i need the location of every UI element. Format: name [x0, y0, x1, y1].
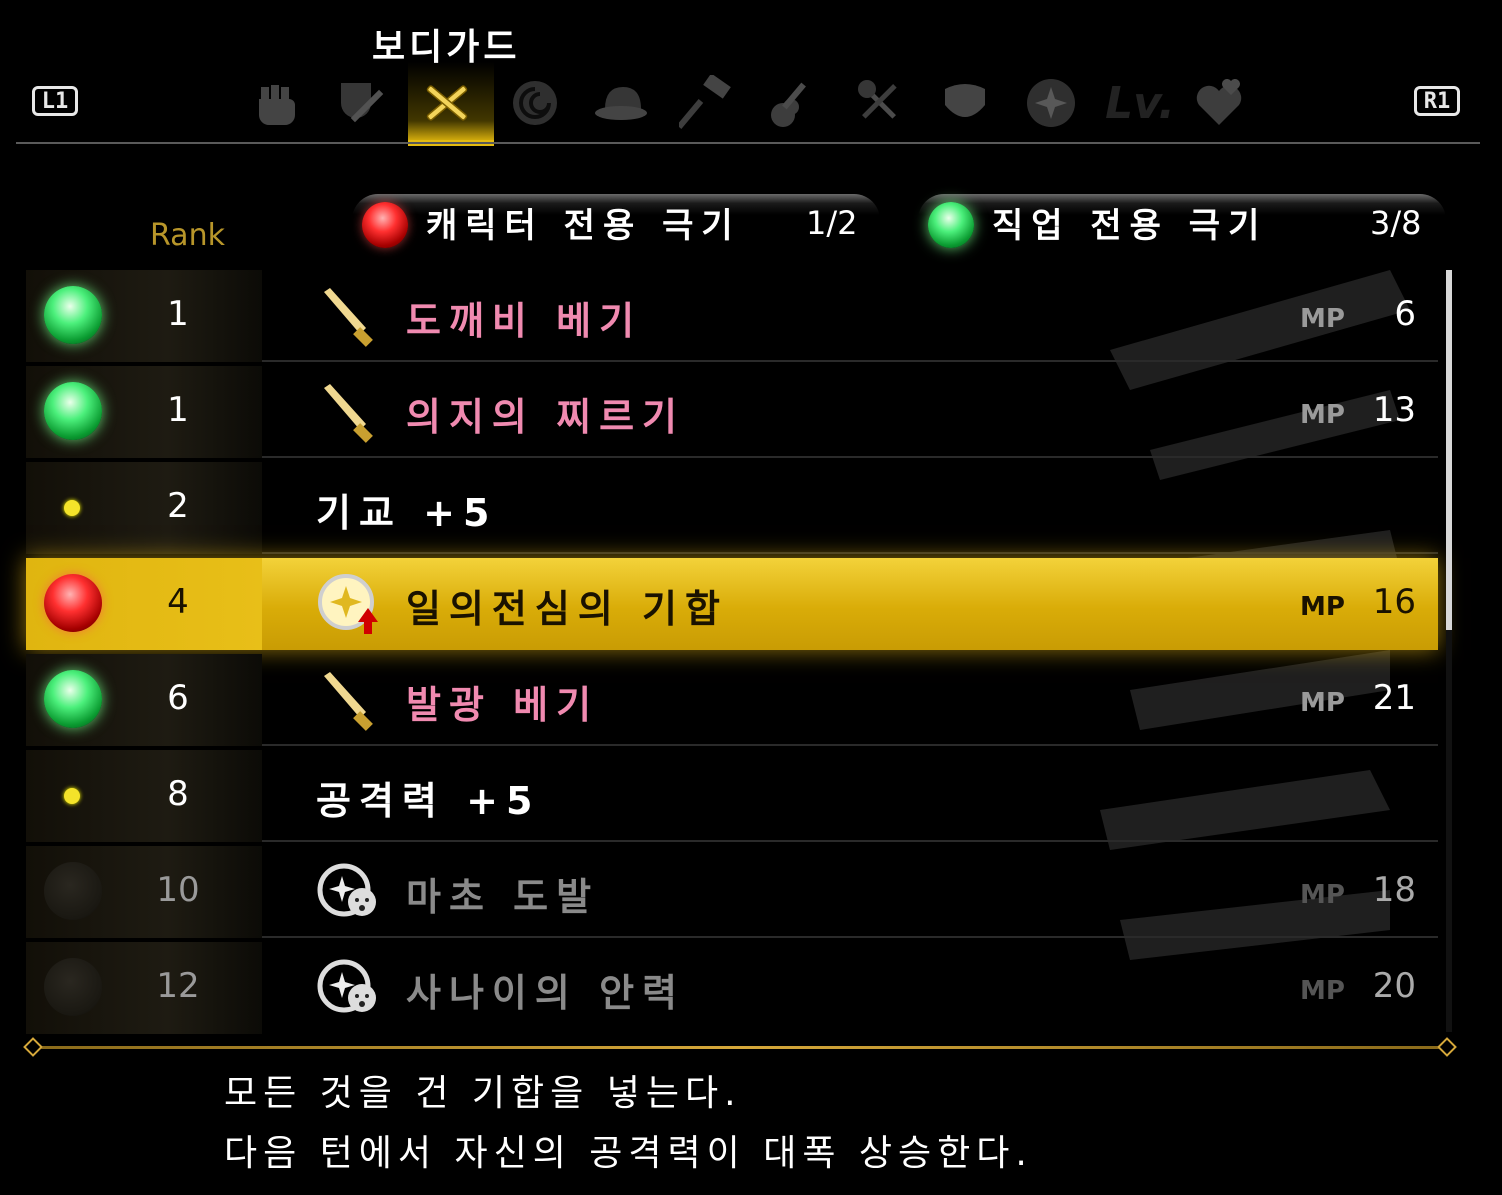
character-skills-label: 캐릭터 전용 극기 [426, 206, 741, 246]
tab-mask[interactable] [934, 72, 996, 134]
skill-row[interactable]: 8 공격력 +5 [26, 750, 1438, 842]
skill-name: 기교 +5 [316, 491, 498, 535]
skill-name: 사나이의 안력 [406, 971, 685, 1015]
mp-label: MP [1300, 304, 1345, 334]
tab-hat[interactable] [590, 72, 652, 134]
skill-rank: 6 [167, 678, 189, 718]
red-orb-icon [44, 574, 102, 632]
tab-hammer[interactable] [676, 72, 738, 134]
mp-label: MP [1300, 880, 1345, 910]
mask-icon [945, 84, 985, 117]
description-separator [30, 1046, 1450, 1049]
separator-diamond-right [1437, 1037, 1457, 1057]
skill-rank: 1 [167, 294, 189, 334]
skill-rank: 2 [167, 486, 189, 526]
empty-orb-icon [44, 958, 102, 1016]
skill-name: 일의전심의 기합 [406, 587, 728, 631]
l1-button[interactable]: L1 [32, 86, 78, 116]
tabs-divider [16, 142, 1480, 144]
job-skills-label: 직업 전용 극기 [992, 206, 1268, 246]
knife-icon [324, 288, 373, 347]
hammer-icon [679, 75, 731, 129]
mp-label: MP [1300, 976, 1345, 1006]
skill-rank: 1 [167, 390, 189, 430]
skill-name: 공격력 +5 [316, 779, 541, 823]
separator-diamond-left [23, 1037, 43, 1057]
mp-cost: 16 [1372, 582, 1416, 622]
skill-name: 도깨비 베기 [406, 299, 643, 343]
passive-dot-icon [64, 500, 80, 516]
skill-name: 발광 베기 [406, 683, 600, 727]
empty-orb-icon [44, 862, 102, 920]
level-icon: Lv. [1105, 77, 1175, 129]
tab-fist[interactable] [246, 72, 308, 134]
green-orb-icon [44, 382, 102, 440]
mp-cost: 20 [1372, 966, 1416, 1006]
scrollbar-thumb[interactable] [1446, 270, 1452, 630]
mp-label: MP [1300, 592, 1345, 622]
tab-spatula-fork[interactable] [848, 72, 910, 134]
passive-dot-icon [64, 788, 80, 804]
star-orb-icon [1027, 79, 1075, 127]
skill-row-locked[interactable]: 12 사나이의 안력 MP 20 [26, 942, 1438, 1034]
skill-row-locked[interactable]: 10 마초 도발 MP 18 [26, 846, 1438, 938]
spatula-fork-icon [858, 80, 897, 119]
hearts-icon [1196, 79, 1242, 125]
mp-cost: 13 [1372, 390, 1416, 430]
r1-button[interactable]: R1 [1414, 86, 1460, 116]
red-orb-icon [362, 202, 408, 248]
description-line-1: 모든 것을 건 기합을 넣는다. [224, 1073, 742, 1114]
skill-rank: 4 [167, 582, 189, 622]
knife-icon [324, 672, 373, 731]
rank-column-label: Rank [150, 218, 225, 253]
skill-rank: 8 [167, 774, 189, 814]
skill-name: 마초 도발 [406, 875, 600, 919]
buff-up-icon [318, 574, 378, 634]
skill-row[interactable]: 1 도깨비 베기 MP 6 [26, 270, 1438, 362]
knife-icon [324, 384, 373, 443]
crossed-swords-icon [426, 85, 468, 121]
green-orb-icon [44, 670, 102, 728]
green-orb-icon [44, 286, 102, 344]
guitar-icon [771, 82, 806, 127]
description-line-2: 다음 턴에서 자신의 공격력이 대폭 상승한다. [224, 1133, 1033, 1174]
mp-label: MP [1300, 688, 1345, 718]
mp-cost: 6 [1394, 294, 1416, 334]
tab-level[interactable]: Lv. [1100, 72, 1180, 134]
taunt-icon [317, 959, 376, 1013]
taunt-icon [317, 863, 376, 917]
shield-sword-icon [341, 83, 384, 123]
skill-name: 의지의 찌르기 [406, 395, 685, 439]
mp-label: MP [1300, 400, 1345, 430]
tab-hearts[interactable] [1188, 72, 1250, 134]
skill-row[interactable]: 2 기교 +5 [26, 462, 1438, 554]
tab-star-orb[interactable] [1020, 72, 1082, 134]
rose-icon [513, 81, 557, 125]
green-orb-icon [928, 202, 974, 248]
skill-row[interactable]: 1 의지의 찌르기 MP 13 [26, 366, 1438, 458]
skill-row[interactable]: 6 발광 베기 MP 21 [26, 654, 1438, 746]
skill-rank: 10 [156, 870, 200, 910]
character-skills-count: 1/2 [806, 204, 858, 242]
fist-icon [259, 85, 295, 125]
tab-guitar[interactable] [762, 72, 824, 134]
skill-rank: 12 [156, 966, 200, 1006]
job-skills-count: 3/8 [1370, 204, 1422, 242]
mp-cost: 21 [1372, 678, 1416, 718]
tab-crossed-swords[interactable] [416, 72, 478, 134]
tab-shield-sword[interactable] [330, 72, 392, 134]
skill-row-selected[interactable]: 4 일의전심의 기합 MP 16 [26, 558, 1438, 650]
tab-rose[interactable] [504, 72, 566, 134]
mp-cost: 18 [1372, 870, 1416, 910]
hat-icon [595, 87, 647, 120]
